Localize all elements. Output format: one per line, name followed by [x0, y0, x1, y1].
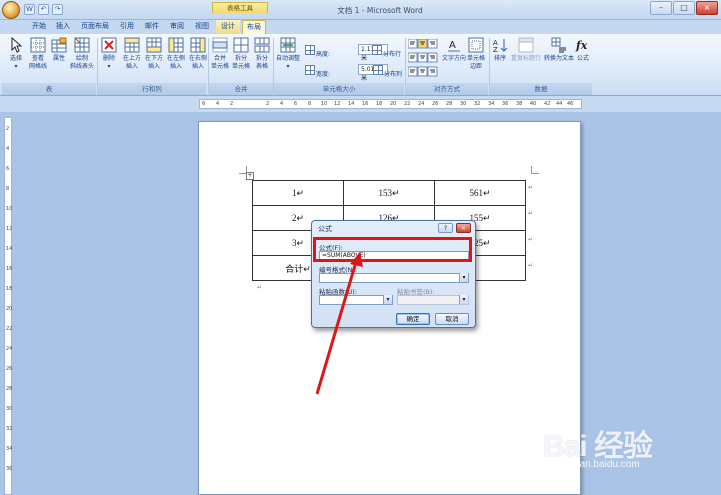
column-width-icon — [305, 65, 315, 75]
insert-above-icon — [124, 37, 140, 53]
split-cells-icon — [233, 37, 249, 53]
merge-cells-button[interactable]: 合并 单元格 — [210, 37, 230, 81]
close-window-button[interactable]: × — [696, 1, 718, 15]
tab-insert[interactable]: 插入 — [52, 20, 74, 34]
save-icon[interactable]: W — [24, 4, 35, 15]
table-cell[interactable]: 153↵ — [343, 180, 435, 206]
distribute-cols-icon — [373, 65, 383, 75]
delete-icon — [101, 37, 117, 53]
formula-fx-icon: fx — [575, 39, 588, 52]
svg-text:fx: fx — [575, 39, 588, 52]
office-button[interactable] — [2, 1, 20, 19]
insert-right-icon — [190, 37, 206, 53]
sort-icon: AZ — [493, 39, 508, 53]
ok-button[interactable]: 确定 — [396, 313, 430, 325]
cell-margins-button[interactable]: 单元格 边距 — [466, 37, 486, 81]
row-end-mark: ↵ — [528, 210, 534, 217]
svg-text:Z: Z — [493, 46, 498, 53]
select-button[interactable]: 选择 ▾ — [6, 37, 26, 81]
distribute-rows-button[interactable]: 分布行 — [372, 44, 401, 58]
height-label: 高度: — [304, 44, 330, 58]
width-label: 宽度: — [304, 64, 330, 78]
delete-button[interactable]: 删除 ▾ — [99, 37, 119, 81]
formula-button[interactable]: fx 公式 — [575, 37, 591, 81]
tab-home[interactable]: 开始 — [28, 20, 50, 34]
annotation-arrow-icon — [315, 252, 363, 395]
diagonal-header-icon — [74, 37, 90, 53]
maximize-button[interactable]: □ — [673, 1, 695, 15]
vertical-ruler[interactable]: 2 4 6 8 10 12 14 16 18 20 22 24 26 28 30… — [4, 117, 12, 495]
tab-page-layout[interactable]: 页面布局 — [76, 20, 114, 34]
tab-layout[interactable]: 布局 — [242, 20, 266, 34]
gridlines-icon — [30, 37, 46, 53]
tab-mailings[interactable]: 邮件 — [141, 20, 163, 34]
split-table-button[interactable]: 拆分 表格 — [252, 37, 272, 81]
group-label-merge: 合并 — [209, 83, 273, 95]
help-button[interactable]: ? — [438, 223, 453, 233]
table-tools-label: 表格工具 — [212, 2, 268, 13]
align-cells-icon[interactable] — [407, 38, 438, 79]
dialog-title: 公式 — [318, 225, 332, 233]
paste-bookmark-select[interactable] — [397, 295, 469, 305]
view-gridlines-button[interactable]: 查看 网格线 — [27, 37, 49, 81]
insert-below-button[interactable]: 在下方 插入 — [143, 37, 165, 81]
insert-right-button[interactable]: 在右侧 插入 — [187, 37, 209, 81]
repeat-header-rows-button[interactable]: 重复标题行 — [509, 37, 543, 81]
horizontal-ruler[interactable]: 6 4 2 2 4 6 8 10 12 14 16 18 20 22 24 26… — [199, 99, 582, 109]
tab-review[interactable]: 审阅 — [166, 20, 188, 34]
insert-above-button[interactable]: 在上方 插入 — [121, 37, 143, 81]
convert-text-icon — [551, 37, 566, 53]
table-cell[interactable]: 1↵ — [252, 180, 344, 206]
minimize-button[interactable]: – — [650, 1, 672, 15]
row-height-icon — [305, 45, 315, 55]
insert-left-button[interactable]: 在左侧 插入 — [165, 37, 187, 81]
text-direction-icon: A — [448, 40, 460, 52]
group-label-alignment: 对齐方式 — [406, 83, 488, 95]
split-table-icon — [254, 37, 270, 53]
properties-button[interactable]: 属性 — [49, 37, 69, 81]
undo-icon[interactable]: ↶ — [38, 4, 49, 15]
sort-button[interactable]: AZ 排序 — [491, 37, 509, 81]
cancel-button[interactable]: 取消 — [435, 313, 469, 325]
group-label-cell-size: 单元格大小 — [274, 83, 404, 95]
text-direction-button[interactable]: A 文字方向 — [441, 37, 467, 81]
tab-design[interactable]: 设计 — [216, 20, 240, 34]
autofit-button[interactable]: 自动调整 ▾ — [275, 37, 301, 81]
group-label-rows-cols: 行和列 — [98, 83, 206, 95]
group-label-table: 表 — [2, 83, 96, 95]
distribute-rows-icon — [372, 45, 382, 55]
dialog-close-button[interactable]: × — [456, 223, 471, 233]
baidu-jingyan-watermark: Bai 经验 jingyan.baidu.com — [543, 421, 703, 481]
repeat-header-icon — [518, 37, 534, 53]
merge-icon — [212, 37, 228, 53]
convert-to-text-button[interactable]: 转换为文本 — [543, 37, 575, 81]
alignment-grid — [407, 38, 438, 79]
cell-margins-icon — [468, 37, 484, 53]
properties-icon — [51, 37, 67, 53]
row-end-mark: ↵ — [528, 236, 534, 243]
row-end-mark: ↵ — [528, 184, 534, 191]
table-row: 1↵ 153↵ 561↵ — [252, 180, 526, 206]
paragraph-mark: ↵ — [257, 284, 263, 291]
row-end-mark: ↵ — [528, 262, 534, 269]
distribute-cols-button[interactable]: 分布列 — [372, 64, 402, 78]
watermark-url: jingyan.baidu.com — [559, 459, 640, 470]
window-title: 文档 1 - Microsoft Word — [337, 6, 423, 15]
insert-left-icon — [168, 37, 184, 53]
tab-view[interactable]: 视图 — [191, 20, 213, 34]
split-cells-button[interactable]: 拆分 单元格 — [230, 37, 252, 81]
draw-diagonal-header-button[interactable]: 绘制 斜线表头 — [69, 37, 95, 81]
autofit-icon — [280, 37, 296, 53]
cursor-icon — [11, 37, 23, 53]
margin-mark — [531, 166, 539, 174]
group-label-data: 数据 — [490, 83, 592, 95]
tab-references[interactable]: 引用 — [116, 20, 138, 34]
svg-text:A: A — [449, 40, 456, 51]
table-cell[interactable]: 561↵ — [434, 180, 526, 206]
insert-below-icon — [146, 37, 162, 53]
redo-icon[interactable]: ↷ — [52, 4, 63, 15]
table-move-handle-icon[interactable]: + — [246, 172, 254, 180]
